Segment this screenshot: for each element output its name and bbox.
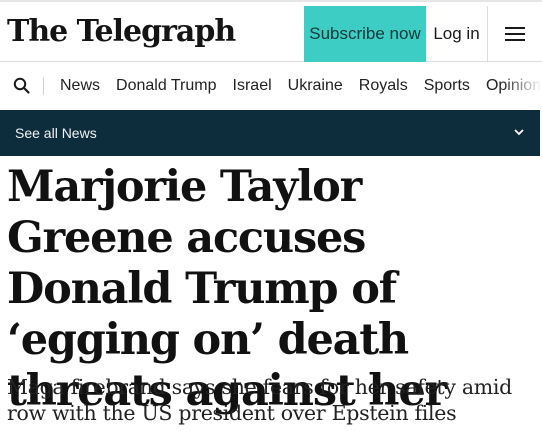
nav-item-ukraine[interactable]: Ukraine bbox=[288, 77, 343, 95]
nav-item-royals[interactable]: Royals bbox=[359, 77, 408, 95]
site-header: The Telegraph Subscribe now Log in bbox=[0, 0, 542, 62]
nav-item-israel[interactable]: Israel bbox=[233, 77, 272, 95]
article-standfirst: Maga firebrand says she fears for her sa… bbox=[7, 375, 512, 425]
nav-item-opinion[interactable]: Opinion bbox=[486, 77, 541, 95]
search-icon[interactable] bbox=[12, 76, 32, 96]
nav-item-donald-trump[interactable]: Donald Trump bbox=[116, 77, 217, 95]
nav-item-sports[interactable]: Sports bbox=[424, 77, 470, 95]
nav-divider bbox=[43, 77, 44, 95]
telegraph-logo[interactable]: The Telegraph bbox=[7, 14, 236, 49]
see-all-news-bar[interactable]: See all News bbox=[0, 110, 540, 156]
hamburger-icon bbox=[505, 27, 525, 41]
menu-button[interactable] bbox=[488, 6, 542, 62]
main-nav: News Donald Trump Israel Ukraine Royals … bbox=[0, 62, 542, 110]
login-button[interactable]: Log in bbox=[426, 6, 488, 62]
subscribe-button[interactable]: Subscribe now bbox=[304, 6, 426, 62]
nav-item-news[interactable]: News bbox=[60, 77, 100, 95]
section-label: See all News bbox=[15, 125, 97, 141]
nav-items: News Donald Trump Israel Ukraine Royals … bbox=[60, 77, 542, 95]
chevron-down-icon bbox=[514, 129, 524, 136]
